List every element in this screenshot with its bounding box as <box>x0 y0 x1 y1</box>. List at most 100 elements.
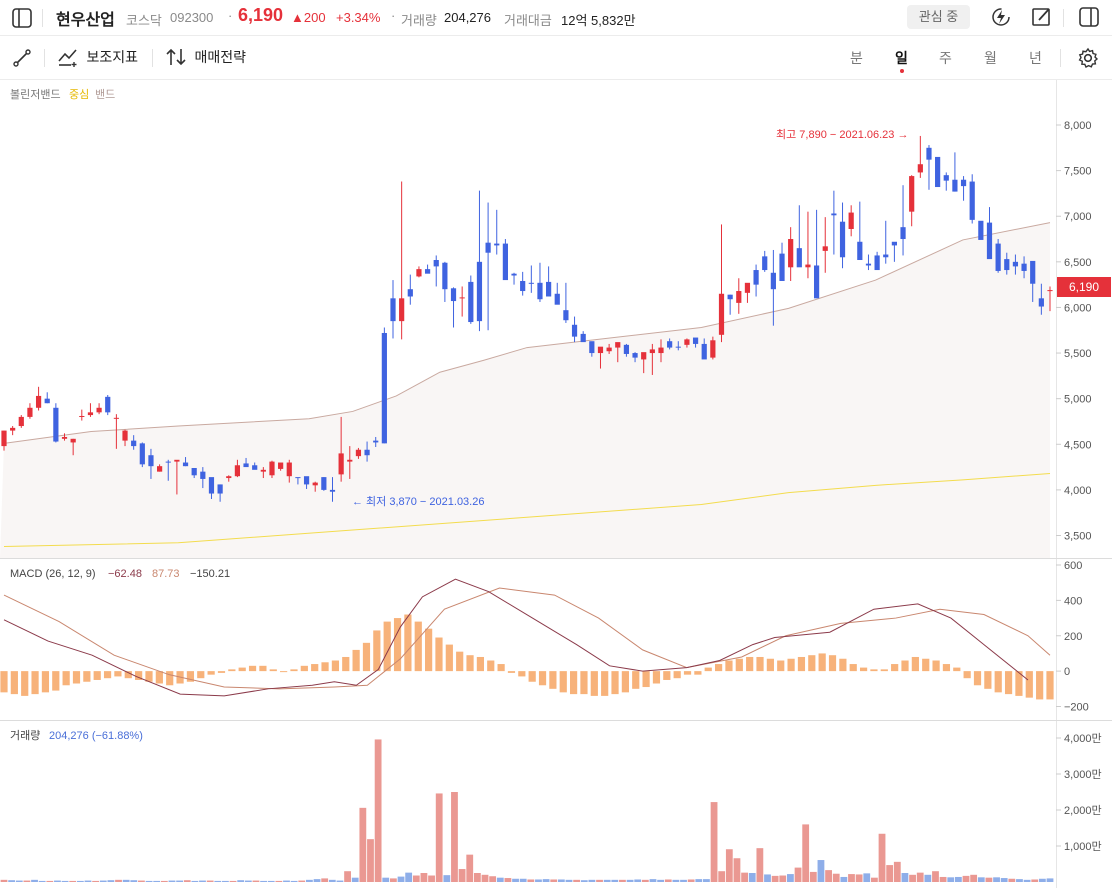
candle-body <box>165 461 171 463</box>
macd-histogram-bar <box>1004 671 1013 695</box>
period-year[interactable]: 년 <box>1029 48 1042 68</box>
divider <box>44 49 45 67</box>
stock-chart[interactable]: 8,000 7,500 7,000 6,500 6,000 5,500 5,000 4,500… <box>0 80 1112 888</box>
volume-panel: 4,000만 3,000만 2,000만 1,000만 <box>0 732 1102 882</box>
candle-body <box>35 395 42 408</box>
candle-body <box>79 415 85 417</box>
volume-bar <box>909 874 916 882</box>
volume-bar <box>794 867 802 882</box>
macd-histogram-bar <box>922 658 930 672</box>
volume-tick-label: 2,000만 <box>1064 804 1102 817</box>
candle-body <box>684 339 690 345</box>
candle-body <box>649 349 655 354</box>
candle-body <box>27 407 33 417</box>
candle-body <box>485 242 491 253</box>
candle-body <box>208 477 215 494</box>
macd-histogram-bar <box>570 671 578 695</box>
separator-dot: · <box>228 8 233 23</box>
volume-bar <box>206 880 214 882</box>
volume-bar <box>939 876 947 882</box>
market-label: 코스닥 <box>126 13 162 28</box>
candle-body <box>1021 263 1027 271</box>
panel-toggle-icon[interactable] <box>1079 7 1099 27</box>
macd-histogram-bar <box>901 660 909 672</box>
macd-histogram-bar <box>601 671 609 696</box>
settings-gear-icon[interactable] <box>1077 47 1099 69</box>
watchlist-button[interactable]: 관심 중 <box>907 5 970 29</box>
macd-histogram-bar <box>973 671 982 686</box>
candle-body <box>424 269 431 274</box>
candle-body <box>710 340 716 358</box>
macd-histogram-bar <box>342 656 350 672</box>
volume-bar <box>54 880 61 882</box>
macd-histogram-bar <box>632 671 640 689</box>
macd-histogram-bar <box>787 658 795 672</box>
candle-body <box>295 477 301 479</box>
candle-body <box>347 459 353 462</box>
volume-bar <box>1016 879 1023 882</box>
candle-body <box>571 324 578 337</box>
macd-histogram-bar <box>538 671 547 686</box>
candle-body <box>960 179 967 187</box>
macd-histogram-bar <box>352 649 360 672</box>
strategy-icon <box>166 48 186 66</box>
candle-body <box>788 239 794 268</box>
volume-tick-label: 1,000만 <box>1064 840 1102 853</box>
flash-icon[interactable] <box>990 6 1012 28</box>
macd-histogram-bar <box>321 662 329 672</box>
macd-histogram-bar <box>849 664 857 672</box>
volume-value: 204,276 <box>444 10 491 25</box>
macd-histogram-bar <box>963 671 971 679</box>
price-axis: 8,000 7,500 7,000 6,500 6,000 5,500 5,000 4,500… <box>1056 120 1092 543</box>
macd-histogram-bar <box>373 630 381 672</box>
volume-bar <box>779 875 787 882</box>
edit-icon[interactable] <box>1031 6 1053 28</box>
volume-bar <box>1031 879 1039 882</box>
macd-histogram-bar <box>155 671 163 684</box>
price-tick-label: 7,500 <box>1064 166 1092 178</box>
macd-histogram-bar <box>683 671 692 675</box>
period-minute[interactable]: 분 <box>850 48 863 68</box>
candle-body <box>70 438 76 443</box>
volume-bar <box>244 880 252 882</box>
candle-body <box>779 253 785 281</box>
volume-bar <box>741 872 748 882</box>
macd-histogram-bar <box>207 671 215 675</box>
period-month[interactable]: 월 <box>984 48 997 68</box>
volume-bar <box>443 875 451 882</box>
period-week[interactable]: 주 <box>939 48 952 68</box>
volume-bar <box>122 879 130 882</box>
candle-body <box>416 269 422 277</box>
macd-histogram-bar <box>828 655 837 672</box>
macd-histogram-bar <box>238 667 246 672</box>
volume-bar <box>252 880 260 882</box>
volume-bar <box>664 879 672 882</box>
macd-histogram-bar <box>507 671 516 673</box>
volume-bar <box>31 879 38 882</box>
volume-bar <box>92 880 100 882</box>
macd-histogram-bar <box>456 651 464 672</box>
macd-histogram-bar <box>404 614 412 672</box>
volume-bar <box>542 879 550 882</box>
draw-line-icon[interactable] <box>12 48 32 68</box>
volume-bar <box>374 739 382 882</box>
volume-bar <box>389 878 397 882</box>
volume-bar <box>626 879 634 882</box>
candle-body <box>632 353 638 358</box>
volume-bar <box>428 875 435 882</box>
candle-body <box>338 453 344 475</box>
volume-bar <box>512 878 519 882</box>
strategy-button[interactable]: 매매전략 <box>165 47 246 69</box>
volume-bar <box>840 876 848 882</box>
period-day[interactable]: 일 <box>895 48 908 68</box>
indicator-button[interactable]: 보조지표 <box>57 47 138 69</box>
macd-histogram-bar <box>1046 671 1054 700</box>
candle-body <box>217 484 223 494</box>
sidebar-toggle-icon[interactable] <box>12 8 32 28</box>
macd-histogram-bar <box>52 671 60 691</box>
candle-body <box>926 147 932 160</box>
volume-bar <box>267 880 275 882</box>
macd-histogram-bar <box>518 671 526 677</box>
volume-bar <box>710 802 718 882</box>
candle-body <box>87 412 94 416</box>
